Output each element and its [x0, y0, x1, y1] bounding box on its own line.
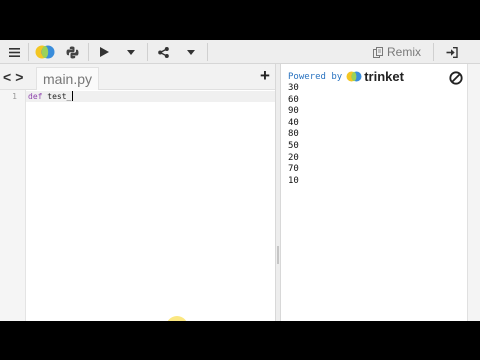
line-number: 1 — [12, 92, 17, 101]
toolbar: Remix — [0, 40, 480, 64]
scrollbar-track[interactable] — [467, 64, 480, 321]
trinket-logo-button[interactable] — [33, 40, 56, 64]
share-options-dropdown[interactable] — [182, 40, 200, 64]
output-line: 70 — [288, 164, 299, 175]
login-button[interactable] — [440, 40, 464, 64]
tab-prev-button[interactable]: < — [3, 69, 11, 85]
remix-button[interactable]: Remix — [368, 40, 426, 64]
output-line: 20 — [288, 152, 299, 163]
toolbar-divider — [147, 43, 148, 61]
file-tabs-bar: < > main.py + — [0, 64, 275, 90]
output-line: 90 — [288, 106, 299, 117]
output-line: 10 — [288, 175, 299, 186]
powered-by-label: Powered by — [288, 71, 343, 82]
add-file-button[interactable]: + — [258, 67, 272, 85]
remix-label: Remix — [386, 45, 421, 59]
trinket-logo-icon — [35, 45, 54, 59]
toolbar-divider — [88, 43, 89, 61]
caret-down-icon — [187, 49, 195, 55]
caret-down-icon — [127, 49, 135, 55]
code-input[interactable]: def test_ — [26, 90, 275, 321]
output-line: 80 — [288, 129, 299, 140]
copy-icon — [372, 46, 383, 58]
run-button[interactable] — [94, 40, 114, 64]
run-options-dropdown[interactable] — [122, 40, 140, 64]
menu-button[interactable] — [4, 40, 24, 64]
code-keyword: def — [28, 92, 43, 101]
sign-in-icon — [446, 46, 458, 58]
trinket-embed: Remix < > main.py + 1 def test_ Powered … — [0, 40, 480, 321]
tab-navigation: < > — [3, 68, 23, 86]
output-line: 60 — [288, 94, 299, 105]
toolbar-divider — [28, 43, 29, 61]
code-function-name: test_ — [42, 92, 72, 101]
toolbar-divider — [433, 43, 434, 61]
line-number-gutter: 1 — [0, 90, 26, 321]
text-cursor — [72, 91, 74, 101]
toolbar-divider — [207, 43, 208, 61]
output-lines: 30 60 90 40 80 50 20 70 10 — [288, 83, 299, 187]
trinket-logo-icon — [346, 71, 362, 82]
trinket-brand-label: trinket — [364, 69, 404, 84]
trinket-brand: trinket — [346, 69, 404, 84]
output-line: 50 — [288, 140, 299, 151]
output-console: Powered by trinket 30 60 90 40 80 50 20 70 10 — [281, 64, 467, 321]
python-icon — [66, 46, 78, 58]
share-icon — [157, 46, 169, 58]
code-editor-pane: < > main.py + 1 def test_ — [0, 64, 275, 321]
clear-output-button[interactable] — [449, 71, 463, 85]
clear-icon — [449, 71, 463, 85]
output-line: 40 — [288, 117, 299, 128]
play-icon — [99, 47, 109, 57]
powered-by-banner[interactable]: Powered by trinket — [288, 69, 404, 84]
hamburger-icon — [8, 47, 20, 57]
python-language-button[interactable] — [61, 40, 83, 64]
tab-main-py[interactable]: main.py — [36, 67, 100, 90]
output-line: 30 — [288, 83, 299, 93]
tab-next-button[interactable]: > — [15, 69, 23, 85]
code-line: def test_ — [28, 91, 74, 102]
share-button[interactable] — [153, 40, 173, 64]
resize-grip-icon — [277, 246, 279, 264]
